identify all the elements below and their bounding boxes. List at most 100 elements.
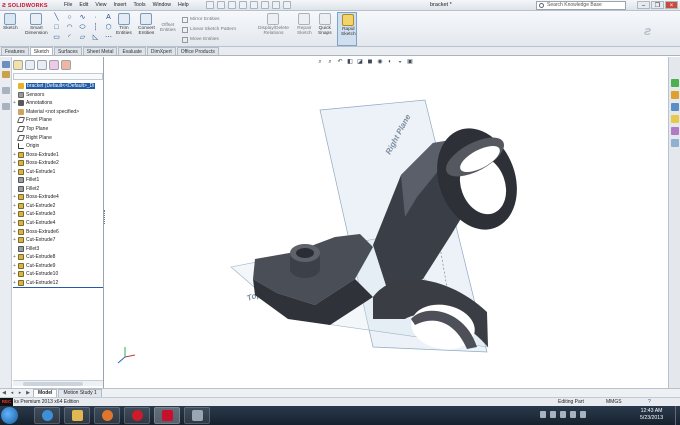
menu-help[interactable]: Help — [178, 2, 189, 8]
dimxpertmanager-tab-icon[interactable] — [49, 60, 59, 70]
smart-dimension-button[interactable]: Smart Dimension — [25, 13, 48, 36]
tab-evaluate[interactable]: Evaluate — [118, 47, 146, 55]
sketch-button[interactable]: Sketch — [3, 13, 18, 31]
tree-item[interactable]: Top Plane — [13, 125, 104, 134]
taskbar-opera[interactable] — [124, 407, 150, 424]
menu-tools[interactable]: Tools — [133, 2, 145, 8]
next-tab-arrow-icon[interactable]: ▸ — [16, 390, 24, 396]
file-explorer-icon[interactable] — [671, 103, 679, 111]
tree-item[interactable]: + Boss-Extrude2 — [13, 159, 104, 168]
start-button[interactable] — [1, 407, 18, 424]
collapse-icon[interactable] — [2, 61, 10, 68]
power-icon[interactable] — [580, 411, 586, 418]
repair-sketch-button[interactable]: Repair Sketch — [297, 13, 312, 36]
spline-icon[interactable]: ∿ — [78, 14, 87, 22]
tab-surfaces[interactable]: Surfaces — [54, 47, 82, 55]
taskbar-explorer[interactable] — [64, 407, 90, 424]
tree-item[interactable]: + Boss-Extrude6 — [13, 227, 104, 236]
tree-item[interactable]: + Cut-Extrude12 — [13, 279, 104, 288]
tab-features[interactable]: Features — [1, 47, 29, 55]
menu-window[interactable]: Window — [153, 2, 171, 8]
configurationmanager-tab-icon[interactable] — [37, 60, 47, 70]
tree-item[interactable]: + Cut-Extrude9 — [13, 261, 104, 270]
menu-insert[interactable]: Insert — [113, 2, 126, 8]
displaymanager-tab-icon[interactable] — [61, 60, 71, 70]
menu-edit[interactable]: Edit — [79, 2, 88, 8]
tree-item[interactable]: + Cut-Extrude10 — [13, 270, 104, 279]
display-pane-icon[interactable] — [2, 87, 10, 94]
tree-item[interactable]: Right Plane — [13, 133, 104, 142]
graphics-area[interactable]: ⌕ ⌕ ↶ ◧ ◪ ◼ ◉ ◐ ◒ ▣ Right Plane Top — [105, 57, 668, 388]
appearances-icon[interactable] — [671, 127, 679, 135]
tree-item[interactable]: bracket (Default<<Default>_Di — [13, 82, 104, 91]
tree-item[interactable]: Fillet3 — [13, 244, 104, 253]
centerline-icon[interactable]: ┆ — [91, 24, 100, 32]
construction-icon[interactable]: ⋯ — [104, 34, 113, 42]
help-icon[interactable]: ? — [648, 398, 651, 406]
custom-properties-icon[interactable] — [671, 139, 679, 147]
tray-arrow-icon[interactable] — [540, 411, 546, 418]
tree-item[interactable]: + Cut-Extrude3 — [13, 210, 104, 219]
chamfer-icon[interactable]: ◺ — [91, 34, 100, 42]
tree-item[interactable]: Front Plane — [13, 116, 104, 125]
last-tab-arrow-icon[interactable]: ▶ — [24, 390, 32, 396]
minimize-button[interactable]: – — [637, 1, 650, 9]
tree-item[interactable]: Sensors — [13, 91, 104, 100]
tree-filter-input[interactable] — [13, 73, 103, 80]
prev-tab-arrow-icon[interactable]: ◂ — [8, 390, 16, 396]
restore-button[interactable]: ❐ — [651, 1, 664, 9]
unit-system[interactable]: MMGS — [606, 398, 622, 406]
close-button[interactable]: × — [665, 1, 678, 9]
tree-item[interactable]: Origin — [13, 142, 104, 151]
tree-item[interactable]: Fillet2 — [13, 185, 104, 194]
quick-snaps-button[interactable]: Quick Snaps — [318, 13, 332, 36]
plane-sketch-icon[interactable]: ▱ — [78, 34, 87, 42]
menu-view[interactable]: View — [95, 2, 106, 8]
open-icon[interactable] — [217, 1, 225, 9]
tree-item[interactable]: + Cut-Extrude8 — [13, 253, 104, 262]
polygon-icon[interactable]: ⬡ — [104, 24, 113, 32]
taskbar-firefox[interactable] — [94, 407, 120, 424]
undo-icon[interactable] — [250, 1, 258, 9]
ellipse-icon[interactable]: ⬭ — [78, 24, 87, 32]
options-icon[interactable] — [283, 1, 291, 9]
line-icon[interactable]: ╲ — [52, 14, 61, 22]
solidworks-resources-icon[interactable] — [671, 79, 679, 87]
design-library-icon[interactable] — [671, 91, 679, 99]
tree-item[interactable]: + Cut-Extrude2 — [13, 202, 104, 211]
scroll-thumb[interactable] — [23, 382, 83, 386]
view-palette-icon[interactable] — [671, 115, 679, 123]
first-tab-arrow-icon[interactable]: ◀ — [0, 390, 8, 396]
arc-icon[interactable]: ◠ — [65, 24, 74, 32]
move-entities-button[interactable]: Move Entities — [182, 35, 236, 45]
featuremanager-tab-icon[interactable] — [13, 60, 23, 70]
print-icon[interactable] — [239, 1, 247, 9]
new-document-icon[interactable] — [206, 1, 214, 9]
taskbar-media[interactable] — [184, 407, 210, 424]
clock[interactable]: 12:43 AM 5/23/2013 — [640, 408, 663, 422]
trim-entities-button[interactable]: Trim Entities — [116, 13, 132, 36]
taskbar-ie[interactable] — [34, 407, 60, 424]
slot-icon[interactable]: ▭ — [52, 34, 61, 42]
tree-item[interactable]: + Annotations — [13, 99, 104, 108]
solidworks-logo[interactable]: ƨ SOLIDWORKS — [2, 1, 48, 10]
text-icon[interactable]: A — [104, 14, 113, 22]
taskbar-solidworks[interactable] — [154, 407, 180, 424]
tab-dimxpert[interactable]: DimXpert — [146, 47, 176, 55]
history-icon[interactable] — [2, 103, 10, 110]
tree-item[interactable]: + Cut-Extrude1 — [13, 167, 104, 176]
display-delete-relations-button[interactable]: Display/Delete Relations — [258, 13, 289, 36]
network-icon[interactable] — [550, 411, 556, 418]
offset-entities-button[interactable]: Offset Entities — [160, 23, 176, 33]
tree-item[interactable]: + Cut-Extrude4 — [13, 219, 104, 228]
linear-sketch-pattern-button[interactable]: Linear Sketch Pattern — [182, 25, 236, 35]
mirror-entities-button[interactable]: Mirror Entities — [182, 15, 236, 25]
show-desktop-button[interactable] — [675, 406, 680, 425]
save-icon[interactable] — [228, 1, 236, 9]
tree-item[interactable]: Fillet1 — [13, 176, 104, 185]
fillet-sketch-icon[interactable]: ◜ — [65, 34, 74, 42]
panel-horizontal-scrollbar[interactable] — [13, 380, 103, 386]
tree-item[interactable]: + Boss-Extrude4 — [13, 193, 104, 202]
circle-icon[interactable]: ○ — [65, 14, 74, 22]
tab-sheet-metal[interactable]: Sheet Metal — [82, 47, 118, 55]
